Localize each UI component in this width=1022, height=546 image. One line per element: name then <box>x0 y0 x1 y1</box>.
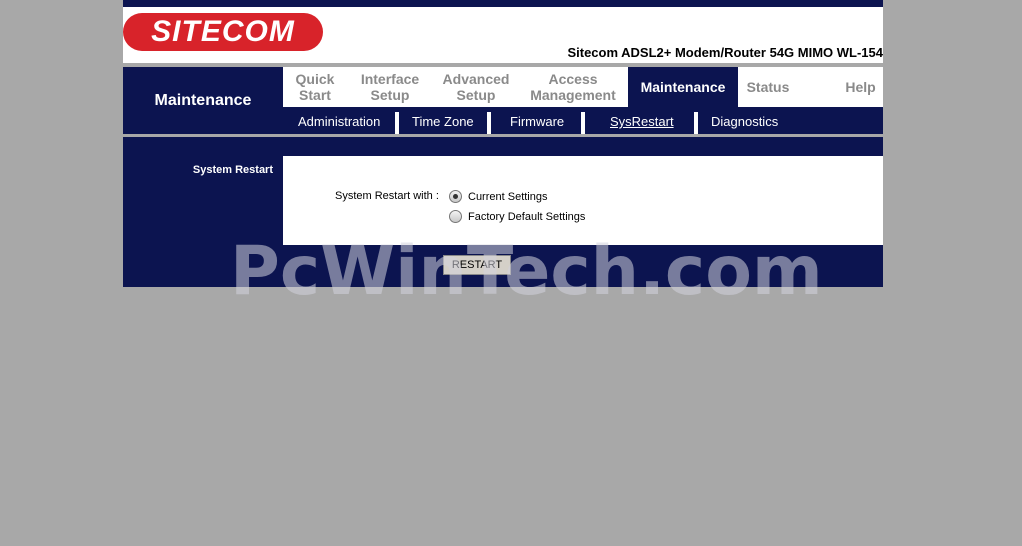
restart-with-label: System Restart with : <box>335 190 439 202</box>
subnav-divider <box>487 112 491 134</box>
top-bar <box>123 0 883 7</box>
subnav-sysrestart[interactable]: SysRestart <box>610 114 674 129</box>
subnav-divider <box>581 112 585 134</box>
tab-status[interactable]: Status <box>738 67 798 107</box>
radio-current-settings[interactable]: Current Settings <box>449 190 547 203</box>
subnav-firmware[interactable]: Firmware <box>510 114 564 129</box>
radio-button[interactable] <box>449 210 462 223</box>
subnav-divider <box>694 112 698 134</box>
content-label: System Restart <box>192 164 273 176</box>
content-area: System Restart System Restart with : Cur… <box>123 137 883 287</box>
tab-interface-setup[interactable]: Interface Setup <box>347 67 433 107</box>
navigation: Maintenance Quick Start Interface Setup … <box>123 67 883 134</box>
radio-button-selected[interactable] <box>449 190 462 203</box>
tab-quick-start[interactable]: Quick Start <box>283 67 347 107</box>
restart-button[interactable]: RESTART <box>443 255 511 275</box>
router-admin-frame: SITECOM Sitecom ADSL2+ Modem/Router 54G … <box>123 0 883 287</box>
radio-label: Factory Default Settings <box>468 210 586 223</box>
product-title: Sitecom ADSL2+ Modem/Router 54G MIMO WL-… <box>567 45 883 60</box>
subnav-divider <box>395 112 399 134</box>
tab-access-management[interactable]: Access Management <box>519 67 627 107</box>
tab-advanced-setup[interactable]: Advanced Setup <box>433 67 519 107</box>
tab-maintenance[interactable]: Maintenance <box>628 67 738 107</box>
tab-help[interactable]: Help <box>813 67 908 107</box>
radio-label: Current Settings <box>468 190 548 203</box>
subnav-diagnostics[interactable]: Diagnostics <box>711 114 778 129</box>
sitecom-logo: SITECOM <box>123 13 323 51</box>
subnav-administration[interactable]: Administration <box>298 114 380 129</box>
radio-dot-icon <box>453 194 458 199</box>
radio-factory-default[interactable]: Factory Default Settings <box>449 210 585 223</box>
header: SITECOM Sitecom ADSL2+ Modem/Router 54G … <box>123 7 883 63</box>
settings-panel: System Restart with : Current Settings F… <box>283 156 883 245</box>
section-title: Maintenance <box>154 91 252 109</box>
subnav-time-zone[interactable]: Time Zone <box>412 114 474 129</box>
main-tabs: Quick Start Interface Setup Advanced Set… <box>283 67 883 107</box>
